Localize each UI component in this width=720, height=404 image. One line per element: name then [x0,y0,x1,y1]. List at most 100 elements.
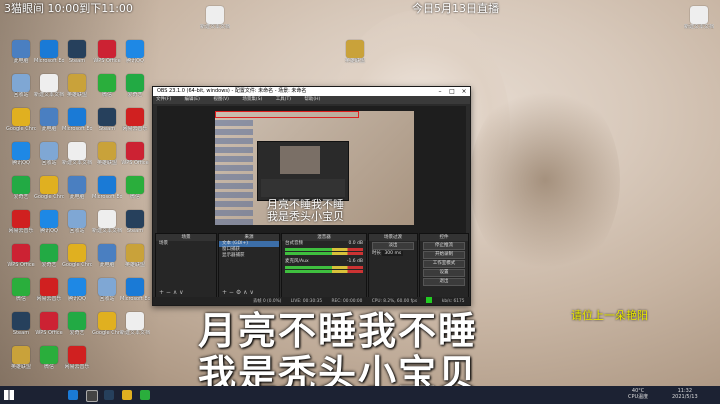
desktop-icon[interactable]: WPS Office [120,142,150,166]
menu-tools[interactable]: 工具(T) [276,97,291,102]
volume-slider[interactable] [285,270,363,273]
desktop-icon[interactable]: 此电脑 [6,40,36,64]
desktop-icon[interactable]: Steam [120,210,150,234]
edge-taskbar-icon[interactable] [68,390,78,400]
app-icon [40,278,58,296]
transition-select[interactable]: 淡出 [372,242,414,250]
desktop-icon[interactable]: 新建文本文档 [684,6,714,30]
desktop-icon-label: 爱奇艺 [41,262,57,268]
desktop-icon[interactable]: 新建文本文档 [200,6,230,30]
minimize-icon[interactable]: – [434,87,446,96]
desktop-icon[interactable]: 回收站 [34,142,64,166]
desktop-icon[interactable]: 回收站 [92,278,122,302]
desktop-icon[interactable]: Microsoft Edge [62,108,92,132]
desktop-icon[interactable]: Steam [62,40,92,64]
desktop-icon[interactable]: 英雄联盟 [6,346,36,370]
obs-title: OBS 23.1.0 (64-bit, windows) - 配置文件: 未命名… [157,88,307,94]
studio-mode-button[interactable]: 工作室模式 [423,260,465,268]
obs-preview[interactable]: 月亮不睡我不睡 我是秃头小宝贝 [157,106,466,240]
chrome-taskbar-icon[interactable] [122,390,132,400]
scene-controls[interactable]: + − ∧ ∨ [159,289,184,296]
desktop-icon[interactable]: 回收站 [6,74,36,98]
desktop-icon[interactable]: 此电脑 [34,108,64,132]
desktop-icon[interactable]: 微信 [34,346,64,370]
desktop-icon-label: 此电脑 [13,58,29,64]
desktop-icon[interactable]: 新建文本文档 [62,142,92,166]
menu-view[interactable]: 视图(V) [213,97,229,102]
exit-button[interactable]: 退出 [423,278,465,286]
desktop-icon[interactable]: Google Chrome [92,312,122,336]
desktop-icon[interactable]: 英雄联盟 [62,74,92,98]
desktop-icon-label: 爱奇艺 [13,194,29,200]
windows-start-icon[interactable] [4,390,14,400]
desktop-icon[interactable]: 网易云音乐 [120,108,150,132]
app-icon [68,312,86,330]
steam-taskbar-icon[interactable] [104,390,114,400]
desktop-icon[interactable]: 英雄联盟 [92,142,122,166]
menu-edit[interactable]: 编辑(E) [185,97,200,102]
scene-item[interactable]: 场景 [156,241,216,247]
desktop-icon[interactable]: 新建文本文档 [34,74,64,98]
desktop-icon[interactable]: 网易云音乐 [6,210,36,234]
desktop-icon[interactable]: 此电脑 [62,176,92,200]
menu-help[interactable]: 帮助(H) [304,97,320,102]
desktop-icon[interactable]: Microsoft Edge [34,40,64,64]
desktop-icon[interactable]: 爱奇艺 [34,244,64,268]
menu-file[interactable]: 文件(F) [156,97,171,102]
desktop-icon[interactable]: 腾讯QQ [34,210,64,234]
source-item[interactable]: 显示器捕获 [219,253,279,259]
desktop-icon[interactable]: WPS Office [92,40,122,64]
desktop-icon[interactable]: WPS Office [6,244,36,268]
obs-titlebar[interactable]: OBS 23.1.0 (64-bit, windows) - 配置文件: 未命名… [153,87,470,96]
obs-window[interactable]: OBS 23.1.0 (64-bit, windows) - 配置文件: 未命名… [152,86,471,306]
desktop-icon[interactable]: WPS Office [34,312,64,336]
app-icon [40,210,58,228]
desktop-icon[interactable]: 腾讯QQ [6,142,36,166]
desktop-icon[interactable]: Microsoft Edge [92,176,122,200]
obs-taskbar-icon[interactable] [86,390,98,402]
clock[interactable]: 11:32 2021/5/13 [672,388,698,400]
desktop-icon[interactable]: 网易云音乐 [62,346,92,370]
desktop-icon[interactable]: 新建文本文档 [92,210,122,234]
desktop-icon[interactable]: Steam [6,312,36,336]
volume-slider[interactable] [285,252,363,255]
menu-scene-collection[interactable]: 场景集(S) [242,97,262,102]
app-icon [68,244,86,262]
start-recording-button[interactable]: 开始录制 [423,251,465,259]
app-icon [126,312,144,330]
desktop-icon[interactable]: 爱奇艺 [6,176,36,200]
stop-streaming-button[interactable]: 停止推流 [423,242,465,250]
desktop-icon[interactable]: Google Chrome [34,176,64,200]
desktop-icon[interactable]: 爱奇艺 [62,312,92,336]
desktop-icon[interactable]: 微信 [120,176,150,200]
selected-source-outline[interactable] [215,111,359,118]
source-controls[interactable]: + − ⚙ ∧ ∨ [222,289,254,296]
desktop-icon-label: 英雄联盟 [96,160,117,166]
desktop-icon[interactable]: 微信 [92,74,122,98]
controls-dock: 控件 停止推流 开始录制 工作室模式 设置 退出 [419,233,469,298]
desktop-icon[interactable]: 爱奇艺 [120,74,150,98]
maximize-icon[interactable]: □ [446,87,458,96]
desktop-icon[interactable]: 英雄联盟 [340,40,370,64]
mixer-channel-mic: 麦克风/Aux [285,259,309,264]
duration-input[interactable]: 300 ms [382,251,404,256]
desktop-icon[interactable]: Steam [92,108,122,132]
desktop-icon[interactable]: 新建文本文档 [120,312,150,336]
settings-button[interactable]: 设置 [423,269,465,277]
desktop-icon[interactable]: 微信 [6,278,36,302]
desktop-icon[interactable]: 此电脑 [92,244,122,268]
desktop-icon[interactable]: Google Chrome [6,108,36,132]
close-icon[interactable]: × [458,87,470,96]
desktop-icon[interactable]: 网易云音乐 [34,278,64,302]
desktop-icon[interactable]: 回收站 [62,210,92,234]
wechat-taskbar-icon[interactable] [140,390,150,400]
desktop-icon[interactable]: 英雄联盟 [120,244,150,268]
desktop-icon[interactable]: Microsoft Edge [120,278,150,302]
desktop-icon[interactable]: 腾讯QQ [62,278,92,302]
desktop-icon[interactable]: Google Chrome [62,244,92,268]
preview-canvas: 月亮不睡我不睡 我是秃头小宝贝 [215,111,414,225]
app-icon [12,312,30,330]
transitions-dock: 场景过渡 淡出 时长 300 ms [368,233,418,298]
desktop-icon[interactable]: 腾讯QQ [120,40,150,64]
nested-preview [257,141,349,201]
